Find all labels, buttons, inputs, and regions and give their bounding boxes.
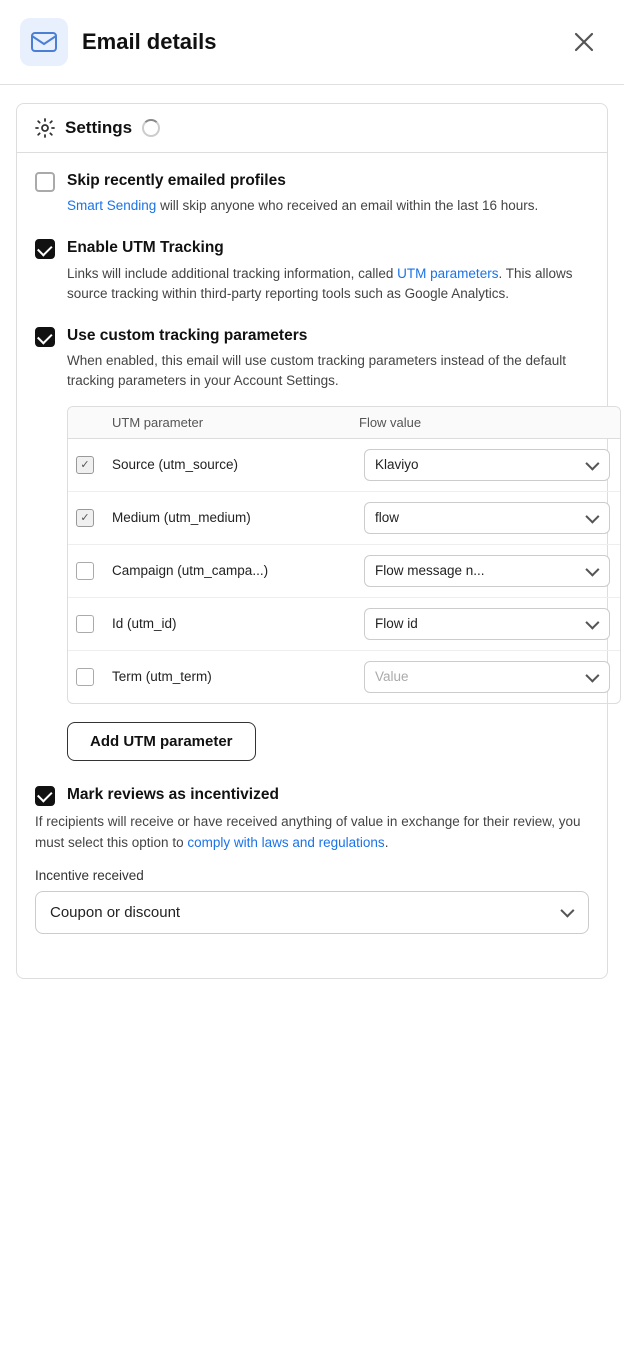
settings-header: Settings bbox=[17, 104, 607, 153]
utm-table-header: UTM parameter Flow value bbox=[68, 407, 620, 439]
utm-id-param: Id (utm_id) bbox=[112, 616, 358, 631]
chevron-down-icon bbox=[583, 563, 599, 579]
table-row: Id (utm_id) Flow id bbox=[68, 598, 620, 651]
utm-header-empty bbox=[82, 415, 112, 430]
use-custom-tracking-desc: When enabled, this email will use custom… bbox=[67, 351, 589, 392]
utm-source-select[interactable]: Klaviyo bbox=[364, 449, 610, 481]
utm-param-col-header: UTM parameter bbox=[112, 415, 359, 430]
utm-source-value: Klaviyo bbox=[375, 457, 419, 472]
skip-desc-text: will skip anyone who received an email w… bbox=[156, 198, 538, 213]
email-details-panel: Email details Settings Skip r bbox=[0, 0, 624, 1346]
incentive-value: Coupon or discount bbox=[50, 904, 180, 921]
utm-value-col-header: Flow value bbox=[359, 415, 606, 430]
use-custom-tracking-checkbox[interactable] bbox=[35, 327, 55, 347]
utm-term-checkbox[interactable] bbox=[76, 668, 94, 686]
incentive-received-label: Incentive received bbox=[35, 868, 589, 883]
skip-recently-emailed-desc: Smart Sending will skip anyone who recei… bbox=[67, 196, 538, 216]
add-utm-parameter-button[interactable]: Add UTM parameter bbox=[67, 722, 256, 761]
utm-id-checkbox[interactable] bbox=[76, 615, 94, 633]
utm-medium-value: flow bbox=[375, 510, 399, 525]
utm-parameters-link[interactable]: UTM parameters bbox=[397, 266, 498, 281]
utm-medium-select[interactable]: flow bbox=[364, 502, 610, 534]
mark-reviews-row: Mark reviews as incentivized bbox=[35, 785, 589, 806]
page-title: Email details bbox=[82, 29, 217, 55]
table-row: Term (utm_term) Value bbox=[68, 651, 620, 703]
chevron-down-icon bbox=[583, 457, 599, 473]
utm-term-select[interactable]: Value bbox=[364, 661, 610, 693]
utm-id-select[interactable]: Flow id bbox=[364, 608, 610, 640]
use-custom-tracking-row: Use custom tracking parameters When enab… bbox=[35, 326, 589, 392]
utm-desc-prefix: Links will include additional tracking i… bbox=[67, 266, 397, 281]
mark-reviews-label-wrap: Mark reviews as incentivized bbox=[67, 785, 279, 805]
use-custom-tracking-label: Use custom tracking parameters bbox=[67, 327, 307, 344]
skip-recently-emailed-label: Skip recently emailed profiles bbox=[67, 172, 286, 189]
utm-term-param: Term (utm_term) bbox=[112, 669, 358, 684]
enable-utm-tracking-desc: Links will include additional tracking i… bbox=[67, 264, 589, 305]
utm-source-checkbox[interactable] bbox=[76, 456, 94, 474]
utm-id-value: Flow id bbox=[375, 616, 418, 631]
header: Email details bbox=[0, 0, 624, 84]
close-button[interactable] bbox=[568, 26, 600, 58]
email-icon bbox=[31, 32, 57, 52]
settings-panel: Settings Skip recently emailed profiles … bbox=[16, 103, 608, 979]
utm-campaign-select[interactable]: Flow message n... bbox=[364, 555, 610, 587]
email-icon-wrap bbox=[20, 18, 68, 66]
utm-table: UTM parameter Flow value Source (utm_sou… bbox=[67, 406, 621, 704]
header-left: Email details bbox=[20, 18, 217, 66]
use-custom-tracking-label-wrap: Use custom tracking parameters When enab… bbox=[67, 326, 589, 392]
utm-source-param: Source (utm_source) bbox=[112, 457, 358, 472]
table-row: Campaign (utm_campa...) Flow message n..… bbox=[68, 545, 620, 598]
table-row: Medium (utm_medium) flow bbox=[68, 492, 620, 545]
skip-recently-emailed-row: Skip recently emailed profiles Smart Sen… bbox=[35, 171, 589, 216]
use-custom-tracking-item: Use custom tracking parameters When enab… bbox=[35, 326, 589, 761]
enable-utm-tracking-label-wrap: Enable UTM Tracking Links will include a… bbox=[67, 238, 589, 304]
mark-reviews-label: Mark reviews as incentivized bbox=[67, 786, 279, 803]
incentive-received-select[interactable]: Coupon or discount bbox=[35, 891, 589, 934]
enable-utm-tracking-row: Enable UTM Tracking Links will include a… bbox=[35, 238, 589, 304]
chevron-down-icon bbox=[583, 669, 599, 685]
utm-campaign-value: Flow message n... bbox=[375, 563, 485, 578]
settings-title: Settings bbox=[65, 118, 132, 138]
mark-reviews-checkbox[interactable] bbox=[35, 786, 55, 806]
mark-reviews-item: Mark reviews as incentivized If recipien… bbox=[35, 785, 589, 934]
utm-term-value: Value bbox=[375, 669, 409, 684]
close-icon bbox=[573, 31, 595, 53]
utm-campaign-checkbox[interactable] bbox=[76, 562, 94, 580]
chevron-down-icon bbox=[583, 510, 599, 526]
utm-medium-checkbox[interactable] bbox=[76, 509, 94, 527]
utm-medium-param: Medium (utm_medium) bbox=[112, 510, 358, 525]
enable-utm-tracking-item: Enable UTM Tracking Links will include a… bbox=[35, 238, 589, 304]
enable-utm-tracking-checkbox[interactable] bbox=[35, 239, 55, 259]
skip-recently-emailed-label-wrap: Skip recently emailed profiles Smart Sen… bbox=[67, 171, 538, 216]
table-row: Source (utm_source) Klaviyo bbox=[68, 439, 620, 492]
comply-laws-link[interactable]: comply with laws and regulations bbox=[187, 835, 384, 850]
smart-sending-link[interactable]: Smart Sending bbox=[67, 198, 156, 213]
mark-reviews-desc-suffix: . bbox=[385, 835, 389, 850]
gear-icon bbox=[35, 118, 55, 138]
chevron-down-icon bbox=[558, 904, 574, 920]
skip-recently-emailed-checkbox[interactable] bbox=[35, 172, 55, 192]
enable-utm-tracking-label: Enable UTM Tracking bbox=[67, 239, 224, 256]
settings-body: Skip recently emailed profiles Smart Sen… bbox=[17, 153, 607, 978]
header-divider bbox=[0, 84, 624, 85]
loading-spinner-icon bbox=[142, 119, 160, 137]
mark-reviews-desc: If recipients will receive or have recei… bbox=[35, 812, 589, 854]
chevron-down-icon bbox=[583, 616, 599, 632]
skip-recently-emailed-item: Skip recently emailed profiles Smart Sen… bbox=[35, 171, 589, 216]
utm-campaign-param: Campaign (utm_campa...) bbox=[112, 563, 358, 578]
